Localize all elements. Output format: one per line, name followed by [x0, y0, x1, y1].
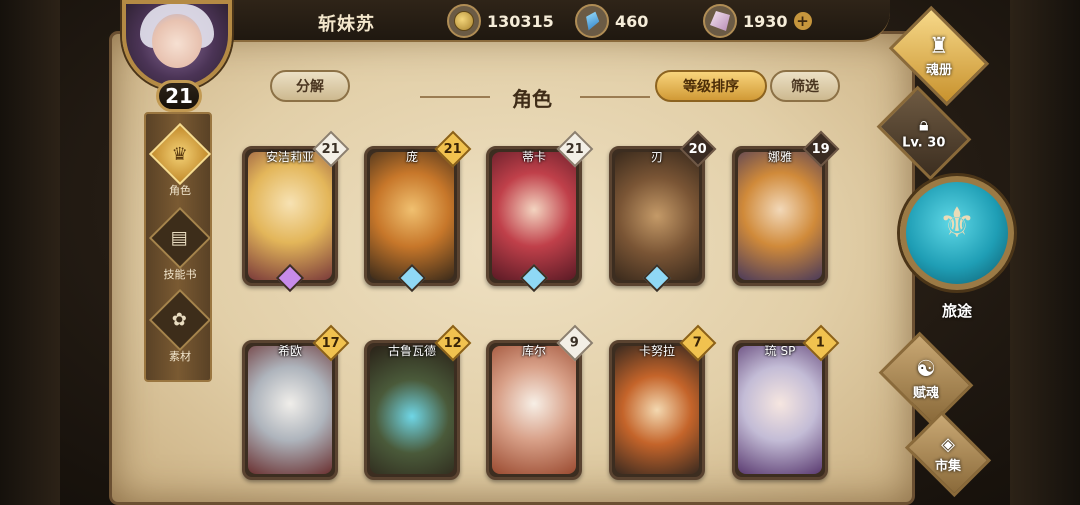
player-avatar[interactable]: 21	[116, 0, 240, 112]
player-level-badge: 21	[156, 80, 202, 112]
gold-coin-icon	[447, 4, 481, 38]
soul-grant-label: 赋魂	[912, 385, 940, 401]
gold-currency: 130315	[447, 4, 554, 38]
nav-skill-book[interactable]: ▤ 技能书	[146, 204, 214, 284]
nav-character[interactable]: ♛ 角色	[146, 120, 214, 200]
character-card[interactable]: 琉 SP 1	[732, 324, 840, 480]
character-portrait	[370, 152, 454, 280]
nav-material[interactable]: ✿ 素材	[146, 286, 214, 366]
character-frame	[364, 340, 460, 480]
character-level: 17	[321, 335, 341, 351]
character-card[interactable]: 古鲁瓦德 12	[364, 324, 472, 480]
soul-book-icon: ♜	[929, 33, 949, 59]
character-portrait	[248, 346, 332, 474]
character-portrait	[615, 346, 699, 474]
sort-by-level-button[interactable]: 等级排序	[655, 70, 767, 102]
character-portrait	[738, 346, 822, 474]
character-card[interactable]: 庞 21	[364, 130, 472, 293]
character-frame	[486, 340, 582, 480]
character-portrait	[370, 346, 454, 474]
journey-button[interactable]: ⚜ 旅途	[900, 168, 1020, 320]
character-card[interactable]: 蒂卡 21	[486, 130, 594, 293]
character-portrait	[738, 152, 822, 280]
market-label: 市集	[934, 458, 962, 474]
soul-book-label: 魂册	[925, 62, 953, 78]
character-icon: ♛	[148, 122, 212, 186]
character-level: 21	[565, 141, 585, 157]
character-card[interactable]: 娜雅 19	[732, 130, 840, 286]
gold-value: 130315	[487, 11, 554, 31]
soul-grant-icon: ☯	[916, 356, 936, 382]
character-card[interactable]: 希欧 17	[242, 324, 350, 480]
character-level: 19	[811, 141, 831, 157]
player-name: 斩妹苏	[318, 14, 375, 35]
character-frame	[609, 340, 705, 480]
journey-label: 旅途	[941, 302, 972, 320]
character-level: 21	[321, 141, 341, 157]
character-frame	[732, 146, 828, 286]
game-screen: 斩妹苏 130315 460 1930 + 21 ♛ 角色 ▤ 技能书 ✿ 素材	[0, 0, 1080, 505]
blue-crystal-value: 460	[615, 11, 649, 31]
pink-crystal-value: 1930	[743, 11, 788, 31]
character-card[interactable]: 安洁莉亚 21	[242, 130, 350, 293]
character-level: 12	[443, 335, 463, 351]
locked-level-label: Lv. 30	[902, 135, 946, 151]
market-icon: ◈	[941, 433, 955, 455]
skill-book-icon: ▤	[148, 206, 212, 270]
character-level: 7	[693, 335, 703, 351]
character-level: 21	[443, 141, 463, 157]
blue-crystal-currency: 460	[575, 4, 648, 38]
pink-crystal-currency: 1930 +	[703, 4, 812, 38]
blue-crystal-icon	[575, 4, 609, 38]
left-border	[0, 0, 60, 505]
filter-button[interactable]: 筛选	[770, 70, 840, 102]
character-portrait	[248, 152, 332, 280]
add-crystal-button[interactable]: +	[793, 12, 812, 30]
character-level: 20	[688, 141, 708, 157]
material-icon: ✿	[148, 288, 212, 352]
character-card[interactable]: 卡努拉 7	[609, 324, 717, 480]
character-portrait	[615, 152, 699, 280]
title-flourish-right	[580, 96, 650, 98]
avatar-face	[152, 14, 202, 68]
character-card[interactable]: 库尔 9	[486, 324, 594, 480]
character-portrait	[492, 152, 576, 280]
left-nav: ♛ 角色 ▤ 技能书 ✿ 素材	[144, 112, 212, 382]
market-button[interactable]: ◈ 市集	[904, 410, 992, 498]
pink-crystal-icon	[703, 4, 737, 38]
character-level: 9	[570, 335, 580, 351]
character-level: 1	[816, 335, 826, 351]
journey-icon: ⚜	[938, 198, 976, 247]
lock-icon: 🔒︎	[919, 114, 929, 136]
decompose-button[interactable]: 分解	[270, 70, 350, 102]
character-frame	[242, 340, 338, 480]
character-frame	[732, 340, 828, 480]
character-card[interactable]: 刃 20	[609, 130, 717, 293]
character-portrait	[492, 346, 576, 474]
right-border	[1010, 0, 1080, 505]
page-title: 角色	[512, 87, 552, 111]
